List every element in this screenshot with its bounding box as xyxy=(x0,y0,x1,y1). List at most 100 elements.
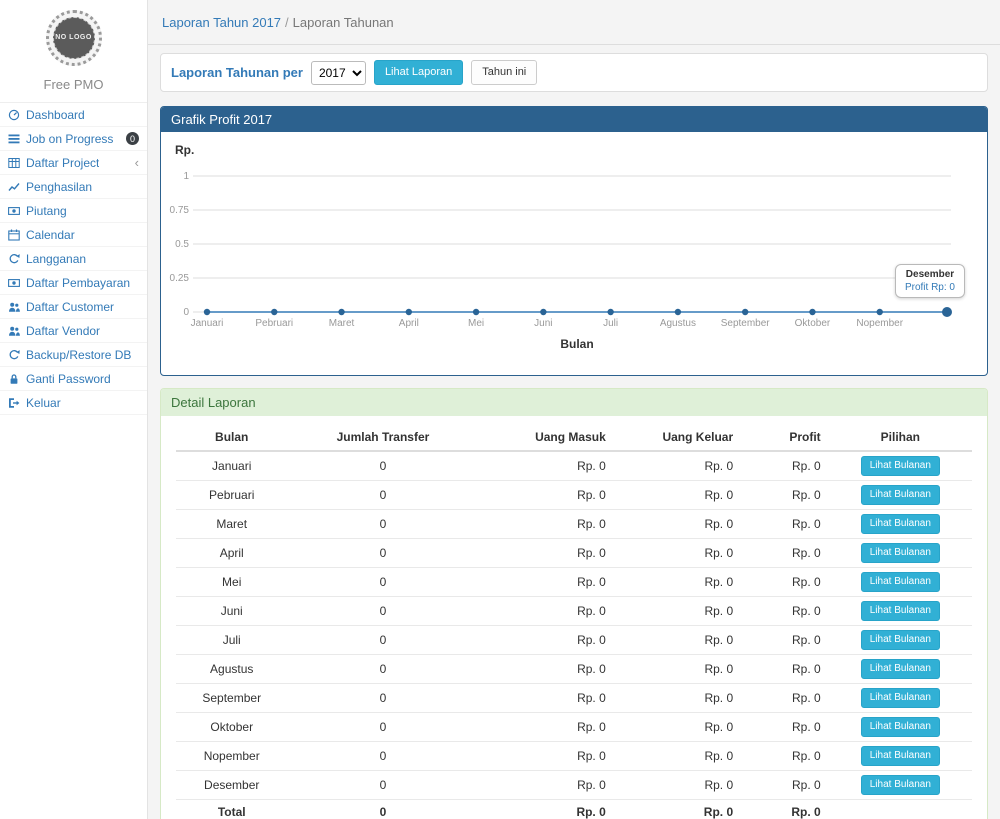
cell-uang-masuk: Rp. 0 xyxy=(478,655,613,684)
cell-bulan: Pebruari xyxy=(176,481,287,510)
lihat-laporan-button[interactable]: Lihat Laporan xyxy=(374,60,463,85)
calendar-icon xyxy=(8,229,20,241)
total-cell-profit: Rp. 0 xyxy=(741,800,829,819)
x-tick-label: Januari xyxy=(191,318,224,329)
money-icon xyxy=(8,277,20,289)
cell-jumlah-transfer: 0 xyxy=(287,626,478,655)
data-point-desember xyxy=(942,307,952,317)
cell-uang-keluar: Rp. 0 xyxy=(614,713,741,742)
tahun-ini-button[interactable]: Tahun ini xyxy=(471,60,537,85)
lihat-bulanan-button[interactable]: Lihat Bulanan xyxy=(861,601,940,621)
sidebar-item-piutang[interactable]: Piutang xyxy=(0,199,147,223)
table-row: April0Rp. 0Rp. 0Rp. 0Lihat Bulanan xyxy=(176,539,972,568)
sidebar-item-penghasilan[interactable]: Penghasilan xyxy=(0,175,147,199)
sidebar: NO LOGO Free PMO DashboardJob on Progres… xyxy=(0,0,148,819)
sidebar-item-label: Job on Progress xyxy=(26,132,113,146)
detail-table: BulanJumlah TransferUang MasukUang Kelua… xyxy=(176,424,972,819)
chart-icon xyxy=(8,181,20,193)
lihat-bulanan-button[interactable]: Lihat Bulanan xyxy=(861,717,940,737)
users-icon xyxy=(8,301,20,313)
y-axis-title: Rp. xyxy=(175,143,194,157)
cell-uang-keluar: Rp. 0 xyxy=(614,568,741,597)
data-point-april xyxy=(406,309,412,315)
lihat-bulanan-button[interactable]: Lihat Bulanan xyxy=(861,688,940,708)
cell-uang-keluar: Rp. 0 xyxy=(614,539,741,568)
filter-label: Laporan Tahunan per xyxy=(171,65,303,80)
cell-pilihan: Lihat Bulanan xyxy=(829,626,972,655)
cell-bulan: Agustus xyxy=(176,655,287,684)
table-row: September0Rp. 0Rp. 0Rp. 0Lihat Bulanan xyxy=(176,684,972,713)
lihat-bulanan-button[interactable]: Lihat Bulanan xyxy=(861,514,940,534)
x-tick-label: Agustus xyxy=(660,318,696,329)
table-row: Oktober0Rp. 0Rp. 0Rp. 0Lihat Bulanan xyxy=(176,713,972,742)
lihat-bulanan-button[interactable]: Lihat Bulanan xyxy=(861,456,940,476)
cell-uang-masuk: Rp. 0 xyxy=(478,597,613,626)
sidebar-item-label: Ganti Password xyxy=(26,372,111,386)
lihat-bulanan-button[interactable]: Lihat Bulanan xyxy=(861,775,940,795)
cell-profit: Rp. 0 xyxy=(741,481,829,510)
chart-tooltip: Desember Profit Rp: 0 xyxy=(895,264,965,298)
chevron-left-icon: ‹ xyxy=(135,156,139,169)
cell-pilihan: Lihat Bulanan xyxy=(829,539,972,568)
cell-bulan: Mei xyxy=(176,568,287,597)
total-row: Total0Rp. 0Rp. 0Rp. 0 xyxy=(176,800,972,819)
sidebar-item-label: Dashboard xyxy=(26,108,85,122)
x-tick-label: Pebruari xyxy=(255,318,293,329)
lihat-bulanan-button[interactable]: Lihat Bulanan xyxy=(861,543,940,563)
cell-pilihan: Lihat Bulanan xyxy=(829,481,972,510)
cell-jumlah-transfer: 0 xyxy=(287,539,478,568)
sidebar-item-label: Langganan xyxy=(26,252,86,266)
cell-uang-keluar: Rp. 0 xyxy=(614,510,741,539)
x-tick-label: Maret xyxy=(329,318,355,329)
sidebar-item-daftar-customer[interactable]: Daftar Customer xyxy=(0,295,147,319)
sync-icon xyxy=(8,253,20,265)
dashboard-icon xyxy=(8,109,20,121)
lihat-bulanan-button[interactable]: Lihat Bulanan xyxy=(861,630,940,650)
data-point-nopember xyxy=(877,309,883,315)
sidebar-item-keluar[interactable]: Keluar xyxy=(0,391,147,415)
cell-pilihan: Lihat Bulanan xyxy=(829,568,972,597)
sidebar-item-label: Keluar xyxy=(26,396,61,410)
cell-profit: Rp. 0 xyxy=(741,451,829,481)
sidebar-item-label: Daftar Vendor xyxy=(26,324,100,338)
lihat-bulanan-button[interactable]: Lihat Bulanan xyxy=(861,572,940,592)
table-row: Maret0Rp. 0Rp. 0Rp. 0Lihat Bulanan xyxy=(176,510,972,539)
sidebar-item-label: Daftar Customer xyxy=(26,300,114,314)
lihat-bulanan-button[interactable]: Lihat Bulanan xyxy=(861,746,940,766)
column-header-bulan: Bulan xyxy=(176,424,287,451)
year-select[interactable]: 2017 xyxy=(311,61,366,85)
cell-uang-masuk: Rp. 0 xyxy=(478,568,613,597)
x-tick-label: Juni xyxy=(534,318,552,329)
breadcrumb-year-link[interactable]: Laporan Tahun 2017 xyxy=(162,15,281,30)
sidebar-item-job-on-progress[interactable]: Job on Progress0 xyxy=(0,127,147,151)
column-header-uang-masuk: Uang Masuk xyxy=(478,424,613,451)
cell-uang-keluar: Rp. 0 xyxy=(614,684,741,713)
cell-bulan: September xyxy=(176,684,287,713)
data-point-september xyxy=(742,309,748,315)
sidebar-item-calendar[interactable]: Calendar xyxy=(0,223,147,247)
sidebar-item-label: Penghasilan xyxy=(26,180,92,194)
sidebar-item-dashboard[interactable]: Dashboard xyxy=(0,103,147,127)
x-tick-label: September xyxy=(721,318,771,329)
sidebar-item-backup-restore-db[interactable]: Backup/Restore DB xyxy=(0,343,147,367)
y-tick-label: 0.25 xyxy=(170,273,190,284)
lihat-bulanan-button[interactable]: Lihat Bulanan xyxy=(861,659,940,679)
sidebar-item-daftar-project[interactable]: Daftar Project‹ xyxy=(0,151,147,175)
cell-jumlah-transfer: 0 xyxy=(287,451,478,481)
sidebar-item-ganti-password[interactable]: Ganti Password xyxy=(0,367,147,391)
sidebar-item-langganan[interactable]: Langganan xyxy=(0,247,147,271)
y-tick-label: 0.5 xyxy=(175,239,189,250)
breadcrumb: Laporan Tahun 2017/Laporan Tahunan xyxy=(148,0,1000,45)
cell-jumlah-transfer: 0 xyxy=(287,510,478,539)
sidebar-item-label: Backup/Restore DB xyxy=(26,348,131,362)
cell-jumlah-transfer: 0 xyxy=(287,568,478,597)
lihat-bulanan-button[interactable]: Lihat Bulanan xyxy=(861,485,940,505)
sidebar-item-daftar-pembayaran[interactable]: Daftar Pembayaran xyxy=(0,271,147,295)
cell-profit: Rp. 0 xyxy=(741,568,829,597)
cell-bulan: Maret xyxy=(176,510,287,539)
sync-icon xyxy=(8,349,20,361)
tooltip-profit: Profit Rp: 0 xyxy=(905,282,955,293)
sidebar-item-daftar-vendor[interactable]: Daftar Vendor xyxy=(0,319,147,343)
data-point-agustus xyxy=(675,309,681,315)
brand-name: Free PMO xyxy=(0,68,147,102)
